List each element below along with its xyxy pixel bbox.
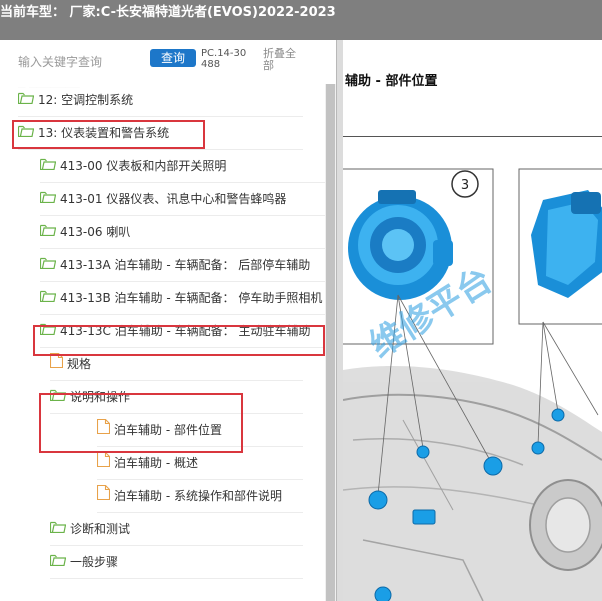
document-icon: [97, 480, 111, 512]
folder-open-icon: [40, 150, 57, 182]
tree-item-general-procedures[interactable]: 一般步骤: [50, 546, 303, 579]
tree-item-label: 规格: [67, 357, 92, 371]
tree-item-413-13c[interactable]: 413-13C 泊车辅助 - 车辆配备： 主动驻车辅助: [40, 315, 325, 348]
tree-item-specifications[interactable]: 规格: [50, 348, 303, 381]
tree-item-label: 413-13A 泊车辅助 - 车辆配备： 后部停车辅助: [60, 258, 311, 272]
tree-item-413-01[interactable]: 413-01 仪器仪表、讯息中心和警告蜂鸣器: [40, 183, 325, 216]
search-input[interactable]: [18, 52, 138, 72]
tree-item-label: 13: 仪表装置和警告系统: [38, 126, 170, 140]
folder-open-icon: [50, 381, 67, 413]
folder-open-icon: [40, 216, 57, 248]
tree-item-413-13b[interactable]: 413-13B 泊车辅助 - 车辆配备： 停车助手照相机: [40, 282, 325, 315]
tree-item-label: 诊断和测试: [70, 522, 131, 536]
tree-item-label: 413-13B 泊车辅助 - 车辆配备： 停车助手照相机: [60, 291, 323, 305]
folder-open-icon: [18, 84, 35, 116]
folder-open-icon: [50, 513, 67, 545]
tree-item-diagnosis-testing[interactable]: 诊断和测试: [50, 513, 303, 546]
tree-item-label: 泊车辅助 - 部件位置: [114, 423, 222, 437]
tree-item-overview[interactable]: 泊车辅助 - 概述: [97, 447, 303, 480]
tree-item-label: 说明和操作: [70, 390, 131, 404]
tree-item-description-operation[interactable]: 说明和操作: [50, 381, 303, 414]
tree-item-413-13a[interactable]: 413-13A 泊车辅助 - 车辆配备： 后部停车辅助: [40, 249, 325, 282]
navigation-panel: 查询 PC.14-30488 折叠全部 ━ ━━━━━━━ 12: 空调控制系统…: [0, 40, 336, 601]
current-model-title: 当前车型： 厂家:C-长安福特道光者(EVOS)2022-2023: [0, 5, 336, 20]
folder-open-icon: [40, 183, 57, 215]
tree-item-system-operation[interactable]: 泊车辅助 - 系统操作和部件说明: [97, 480, 303, 513]
tree-item-label: 413-06 喇叭: [60, 225, 131, 239]
collapse-all-button[interactable]: 折叠全部: [263, 48, 305, 72]
tree-item-label: 泊车辅助 - 系统操作和部件说明: [114, 489, 282, 503]
vehicle-xray-image: [343, 365, 602, 601]
title-bar: 当前车型： 厂家:C-长安福特道光者(EVOS)2022-2023: [0, 0, 602, 40]
tree-item-12[interactable]: 12: 空调控制系统: [18, 84, 303, 117]
pc-code-label: PC.14-30488: [201, 48, 247, 70]
tree-item-label: 12: 空调控制系统: [38, 93, 134, 107]
tree-item-label: 泊车辅助 - 概述: [114, 456, 198, 470]
search-button[interactable]: 查询: [150, 49, 196, 67]
tree-item-label: 413-00 仪表板和内部开关照明: [60, 159, 227, 173]
tree-item-label: 413-01 仪器仪表、讯息中心和警告蜂鸣器: [60, 192, 287, 206]
scrollbar-thumb[interactable]: [326, 84, 335, 601]
tree-item-413-00[interactable]: 413-00 仪表板和内部开关照明: [40, 150, 325, 183]
tree-item-label: 一般步骤: [70, 555, 119, 569]
tree-item-13[interactable]: 13: 仪表装置和警告系统: [18, 117, 303, 150]
document-icon: [97, 447, 111, 479]
tree-scrollbar[interactable]: [325, 84, 336, 601]
document-viewer: 辅助 - 部件位置 3 维修平台: [343, 40, 602, 601]
tree-item-413-06[interactable]: 413-06 喇叭: [40, 216, 325, 249]
folder-open-icon: [40, 282, 57, 314]
component-location-illustration: 3 维修平台: [343, 168, 602, 601]
document-icon: [97, 414, 111, 446]
folder-open-icon: [40, 315, 57, 347]
search-bar: 查询 PC.14-30488 折叠全部: [0, 40, 336, 80]
callout-number: 3: [461, 178, 469, 193]
folder-open-icon: [18, 117, 35, 149]
tree-item-label: 413-13C 泊车辅助 - 车辆配备： 主动驻车辅助: [60, 324, 311, 338]
folder-open-icon: [50, 546, 67, 578]
tree-item-component-location[interactable]: 泊车辅助 - 部件位置: [97, 414, 303, 447]
document-icon: [50, 348, 64, 380]
folder-open-icon: [40, 249, 57, 281]
pane-splitter[interactable]: [336, 40, 343, 601]
manual-tree: ━ ━━━━━━━ 12: 空调控制系统 13: 仪表装置和警告系统 413-0…: [0, 84, 325, 601]
